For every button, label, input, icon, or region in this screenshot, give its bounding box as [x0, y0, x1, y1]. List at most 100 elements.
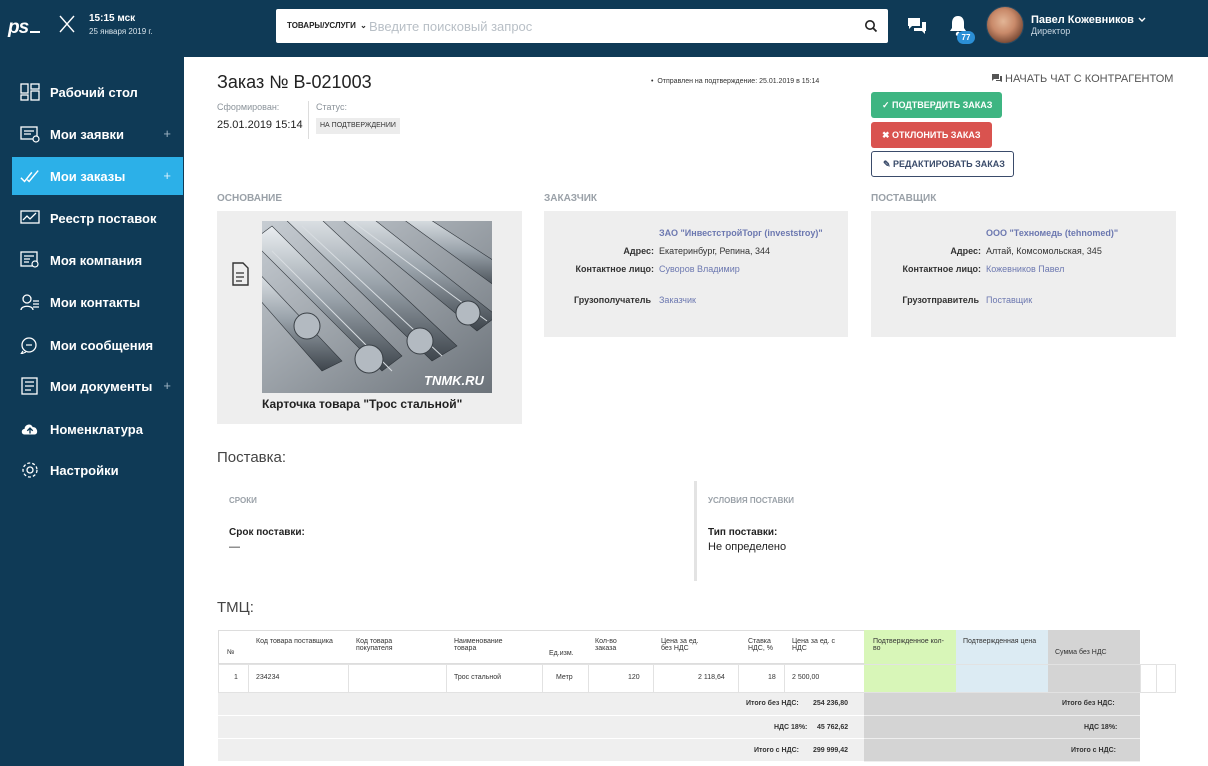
shipper-value[interactable]: Поставщик: [986, 295, 1032, 305]
messages-icon: [20, 337, 37, 354]
sidebar-item-label: Мои контакты: [50, 295, 141, 310]
customer-card: ЗАО "ИнвестстройТорг (investstroy)" Адре…: [544, 211, 848, 337]
basis-heading: ОСНОВАНИЕ: [217, 193, 283, 204]
supplier-address: Алтай, Комсомольская, 345: [986, 246, 1102, 256]
product-card-caption[interactable]: Карточка товара "Трос стальной": [262, 397, 462, 411]
sidebar-item-settings[interactable]: Настройки: [12, 451, 183, 489]
supplier-heading: ПОСТАВЩИК: [871, 193, 937, 204]
sidebar-item-label: Мои документы: [50, 379, 153, 394]
total-net-label: Итого без НДС:: [746, 700, 799, 707]
column-header: Цена за ед. без НДС: [661, 638, 699, 652]
cell-price: 2 118,64: [698, 674, 725, 681]
total-net-label-right: Итого без НДС:: [1062, 700, 1115, 707]
sidebar-item-label: Реестр поставок: [50, 211, 157, 226]
column-header: Кол-во заказа: [595, 638, 617, 652]
sidebar-item-orders[interactable]: Мои заказы +: [12, 157, 183, 195]
notification-badge: 77: [957, 31, 975, 44]
sidebar-item-nomenclature[interactable]: Номенклатура: [12, 410, 183, 448]
divider: [694, 481, 697, 581]
col-divider: [784, 664, 785, 692]
current-time: 15:15 мск: [89, 13, 136, 24]
search-input[interactable]: Введите поисковый запрос: [369, 19, 532, 34]
expand-icon[interactable]: +: [163, 378, 171, 393]
column-header: Подтвержденное кол-во: [873, 638, 944, 652]
row-divider: [218, 664, 1176, 665]
consignee-value[interactable]: Заказчик: [659, 295, 696, 305]
status-label: Статус:: [316, 102, 347, 112]
delivery-heading: Поставка:: [217, 449, 287, 466]
supplier-card: ООО "Техномедь (tehnomed)" Адрес: Алтай,…: [871, 211, 1176, 337]
basis-card[interactable]: TNMK.RU Карточка товара "Трос стальной": [217, 211, 522, 424]
sidebar-item-dashboard[interactable]: Рабочий стол: [12, 73, 183, 111]
sidebar-item-label: Моя компания: [50, 253, 143, 268]
cell-name: Трос стальной: [454, 674, 502, 681]
total-gross-label: Итого с НДС:: [754, 747, 799, 754]
expand-icon[interactable]: +: [163, 168, 171, 183]
search-category-select[interactable]: ТОВАРЫ/УСЛУГИ ⌄: [287, 21, 367, 30]
logo[interactable]: ps: [8, 17, 41, 39]
contact-label: Контактное лицо:: [902, 264, 981, 274]
column-header: Ставка НДС, %: [748, 638, 773, 652]
sidebar: Рабочий стол Мои заявки + Мои заказы + Р…: [0, 57, 184, 766]
cloud-upload-icon: [21, 424, 38, 435]
supplier-contact[interactable]: Кожевников Павел: [986, 264, 1064, 274]
sidebar-item-registry[interactable]: Реестр поставок: [12, 199, 183, 237]
registry-icon: [20, 210, 40, 224]
product-image[interactable]: [262, 221, 492, 393]
delivery-type-label: Тип поставки:: [708, 527, 778, 538]
column-header: Наименование товара: [454, 638, 503, 652]
sent-note: • Отправлен на подтверждение: 25.01.2019…: [651, 78, 820, 85]
col-divider: [738, 664, 739, 692]
user-role: Директор: [1031, 26, 1071, 36]
formed-value: 25.01.2019 15:14: [217, 119, 303, 131]
page-title: Заказ № В-021003: [217, 72, 372, 92]
sidebar-item-label: Настройки: [50, 463, 119, 478]
divider: [308, 101, 309, 139]
chevron-down-icon: ⌄: [357, 21, 367, 30]
chat-icon: [992, 74, 1002, 82]
dashboard-icon: [20, 83, 40, 101]
address-label: Адрес:: [950, 246, 981, 256]
delivery-type-value: Не определено: [708, 541, 787, 553]
customer-name[interactable]: ЗАО "ИнвестстройТорг (investstroy)": [659, 228, 823, 238]
sidebar-item-messages[interactable]: Мои сообщения: [12, 326, 183, 364]
shipper-label: Грузотправитель: [902, 295, 979, 305]
total-gross-value: 299 999,42: [813, 747, 849, 754]
sidebar-item-documents[interactable]: Мои документы +: [12, 367, 183, 405]
top-bar: ps 15:15 мск 25 января 2019 г. ТОВАРЫ/УС…: [0, 0, 1208, 57]
column-header: Подтвержденная цена: [963, 638, 1037, 645]
column-header: Цена за ед. с НДС: [792, 638, 836, 652]
column-header: Сумма без НДС: [1055, 649, 1107, 656]
image-watermark: TNMK.RU: [424, 373, 484, 388]
close-icon[interactable]: [57, 13, 77, 39]
sidebar-item-requests[interactable]: Мои заявки +: [12, 115, 183, 153]
contacts-icon: [20, 294, 39, 311]
edit-order-button[interactable]: ✎ РЕДАКТИРОВАТЬ ЗАКАЗ: [871, 151, 1014, 177]
sidebar-item-contacts[interactable]: Мои контакты: [12, 283, 183, 321]
reject-order-button[interactable]: ✖ ОТКЛОНИТЬ ЗАКАЗ: [871, 122, 992, 148]
avatar[interactable]: [986, 6, 1024, 44]
sidebar-item-label: Мои сообщения: [50, 338, 154, 353]
customer-contact[interactable]: Суворов Владимир: [659, 264, 740, 274]
company-icon: [20, 251, 39, 268]
requests-icon: [20, 126, 40, 143]
total-vat-label-right: НДС 18%:: [1084, 724, 1118, 731]
user-name[interactable]: Павел Кожевников: [1031, 14, 1134, 26]
confirm-order-button[interactable]: ✓ ПОДТВЕРДИТЬ ЗАКАЗ: [871, 92, 1002, 118]
sidebar-item-label: Мои заказы: [50, 169, 126, 184]
documents-icon: [21, 377, 38, 395]
sidebar-item-company[interactable]: Моя компания: [12, 241, 183, 279]
contact-label: Контактное лицо:: [575, 264, 654, 274]
cell-qty: 120: [628, 674, 640, 681]
column-header: Код товара покупателя: [356, 638, 393, 652]
supplier-name[interactable]: ООО "Техномедь (tehnomed)": [986, 228, 1118, 238]
search-icon[interactable]: [864, 19, 878, 33]
expand-icon[interactable]: +: [163, 126, 171, 141]
start-chat-link[interactable]: НАЧАТЬ ЧАТ С КОНТРАГЕНТОМ: [992, 73, 1173, 85]
address-label: Адрес:: [623, 246, 654, 256]
orders-icon: [20, 170, 39, 183]
chevron-down-icon[interactable]: [1137, 15, 1147, 25]
chat-icon[interactable]: [906, 16, 928, 36]
goods-table: № Код товара поставщика Код товара покуп…: [218, 630, 1176, 766]
cell-supplier-code: 234234: [256, 674, 280, 681]
